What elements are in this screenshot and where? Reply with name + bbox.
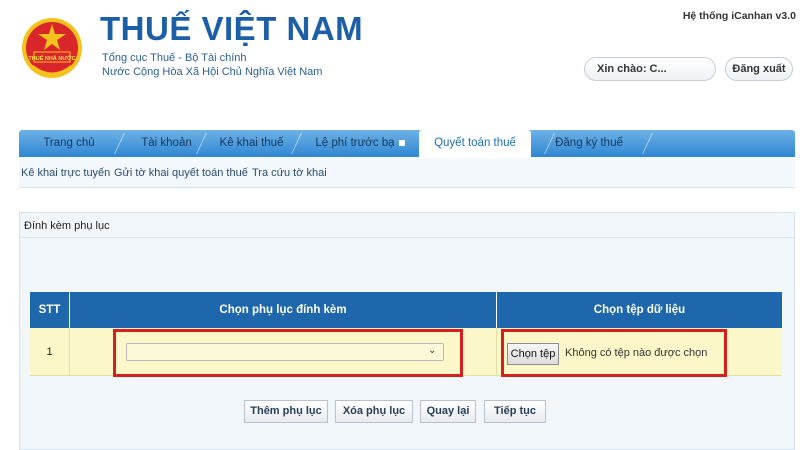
user-greeting: Xin chào: C... [584,57,716,81]
brand-subtitle-ministry: Tổng cục Thuế - Bộ Tài chính [102,52,247,64]
emblem-text: THUẾ NHÀ NƯỚC [28,54,75,62]
highlight-file-chooser [501,329,727,377]
column-header-stt: STT [30,292,70,328]
main-tab-bar: Trang chủ Tài khoản Kê khai thuế Lệ phí … [19,130,795,157]
tab-marker [398,139,405,146]
site-header: THUẾ NHÀ NƯỚC THUẾ VIỆT NAM Tổng cục Thu… [0,0,800,118]
brand-title: THUẾ VIỆT NAM [100,10,364,47]
tab-tax-registration[interactable]: Đăng ký thuế [539,130,639,157]
column-header-appendix: Chọn phụ lục đính kèm [70,292,497,328]
panel-divider [20,237,794,238]
continue-button[interactable]: Tiếp tục [484,400,546,423]
logout-button[interactable]: Đăng xuất [725,57,793,81]
subnav-lookup-declaration[interactable]: Tra cứu tờ khai [252,167,327,179]
system-name: Hệ thống iCanhan v3.0 [682,10,796,22]
add-appendix-button[interactable]: Thêm phụ lục [244,400,328,423]
column-header-data-file: Chọn tệp dữ liệu [497,292,782,328]
panel-title: Đính kèm phụ lục [24,220,110,232]
row-number: 1 [30,328,70,376]
tab-registration-fee[interactable]: Lệ phí trước bạ [301,130,419,157]
greeting-text: Xin chào: C... [597,63,667,75]
highlight-appendix-select [113,329,463,377]
tab-tax-finalization[interactable]: Quyết toán thuế [419,130,531,157]
tab-registration-fee-label: Lệ phí trước bạ [315,137,395,149]
subnav-online-declaration[interactable]: Kê khai trực tuyến [21,167,110,179]
subnav-send-finalization[interactable]: Gửi tờ khai quyết toán thuế [114,167,248,179]
sub-navigation: Kê khai trực tuyến Gửi tờ khai quyết toá… [19,158,795,188]
national-emblem-icon: THUẾ NHÀ NƯỚC [22,18,82,78]
tab-tax-declaration[interactable]: Kê khai thuế [204,130,299,157]
back-button[interactable]: Quay lại [420,400,476,423]
remove-appendix-button[interactable]: Xóa phụ lục [335,400,413,423]
brand-subtitle-country: Nước Cộng Hòa Xã Hội Chủ Nghĩa Việt Nam [102,66,323,78]
tab-home[interactable]: Trang chủ [29,130,109,157]
